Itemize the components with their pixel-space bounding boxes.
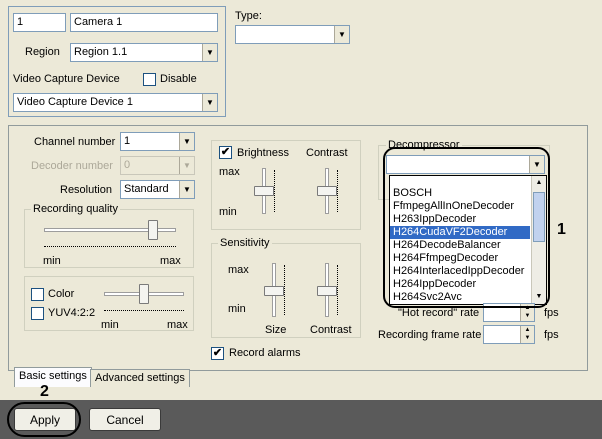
- brightness-checkbox[interactable]: ✔: [219, 146, 232, 159]
- brightness-ticks: [274, 170, 277, 212]
- decoder-number-label: Decoder number: [31, 160, 113, 172]
- recording-quality-max: max: [160, 255, 181, 267]
- chevron-down-icon[interactable]: ▼: [179, 157, 194, 174]
- chevron-down-icon[interactable]: ▼: [334, 26, 349, 43]
- video-capture-label: Video Capture Device: [13, 73, 120, 85]
- record-alarms-label: Record alarms: [229, 347, 301, 359]
- channel-number-value: 1: [124, 135, 131, 147]
- spin-down-icon[interactable]: ▼: [521, 334, 534, 342]
- chevron-down-icon[interactable]: ▼: [179, 133, 194, 150]
- contrast-slider-thumb[interactable]: [317, 186, 337, 196]
- recording-frame-rate-label: Recording frame rate: [378, 329, 482, 341]
- yuv-label: YUV4:2:2: [48, 307, 96, 319]
- disable-checkbox[interactable]: [143, 73, 156, 86]
- spin-down-icon[interactable]: ▼: [521, 312, 534, 320]
- callout-number-2: 2: [40, 383, 49, 400]
- resolution-label: Resolution: [60, 184, 112, 196]
- channel-number-label: Channel number: [34, 136, 116, 148]
- sensitivity-title: Sensitivity: [218, 237, 272, 249]
- color-label: Color: [48, 288, 75, 300]
- region-select-value: Region 1.1: [74, 46, 128, 58]
- recording-quality-ticks: [44, 244, 176, 247]
- callout-apply-highlight: [7, 402, 81, 437]
- size-ticks: [284, 265, 287, 315]
- brightness-min: min: [219, 206, 237, 218]
- video-capture-select-value: Video Capture Device 1: [17, 96, 133, 108]
- sensitivity-max: max: [228, 264, 249, 276]
- callout-number-1: 1: [557, 221, 566, 238]
- recording-quality-title: Recording quality: [31, 203, 120, 215]
- chevron-down-icon[interactable]: ▼: [179, 181, 194, 198]
- cancel-button[interactable]: Cancel: [89, 408, 161, 431]
- color-max: max: [167, 319, 188, 331]
- recording-quality-min: min: [43, 255, 61, 267]
- yuv-checkbox[interactable]: [31, 307, 44, 320]
- sensitivity-contrast-ticks: [337, 265, 340, 315]
- contrast-label: Contrast: [306, 147, 348, 159]
- channel-number-select[interactable]: 1 ▼: [120, 132, 195, 151]
- callout-decompressor-highlight: [383, 147, 550, 308]
- spin-up-icon[interactable]: ▲: [521, 326, 534, 334]
- type-label: Type:: [235, 10, 262, 22]
- color-checkbox[interactable]: [31, 288, 44, 301]
- type-select[interactable]: ▼: [235, 25, 350, 44]
- tab-basic-settings[interactable]: Basic settings: [14, 367, 92, 387]
- hot-record-label: "Hot record" rate: [398, 307, 480, 319]
- sensitivity-contrast-slider-thumb[interactable]: [317, 286, 337, 296]
- camera-id-field[interactable]: 1: [13, 13, 66, 32]
- decoder-number-select[interactable]: 0 ▼: [120, 156, 195, 175]
- resolution-select[interactable]: Standard ▼: [120, 180, 195, 199]
- region-label: Region: [25, 46, 60, 58]
- color-min: min: [101, 319, 119, 331]
- disable-label: Disable: [160, 73, 197, 85]
- tab-advanced-settings[interactable]: Advanced settings: [90, 369, 190, 387]
- contrast-ticks: [337, 170, 340, 212]
- color-slider-thumb[interactable]: [139, 284, 149, 304]
- spinner-buttons[interactable]: ▲ ▼: [520, 326, 534, 343]
- decoder-number-value: 0: [124, 159, 131, 171]
- size-label: Size: [265, 324, 287, 336]
- video-capture-select[interactable]: Video Capture Device 1 ▼: [13, 93, 218, 112]
- brightness-slider-thumb[interactable]: [254, 186, 274, 196]
- brightness-max: max: [219, 166, 240, 178]
- chevron-down-icon[interactable]: ▼: [202, 94, 217, 111]
- color-ticks: [104, 308, 184, 311]
- sensitivity-min: min: [228, 303, 246, 315]
- brightness-label: Brightness: [237, 147, 289, 159]
- resolution-value: Standard: [124, 183, 169, 195]
- sensitivity-contrast-label: Contrast: [310, 324, 352, 336]
- region-select[interactable]: Region 1.1 ▼: [70, 43, 218, 62]
- recording-frame-rate-unit: fps: [544, 329, 559, 341]
- recording-frame-rate-spinner[interactable]: ▲ ▼: [483, 325, 535, 344]
- size-slider-thumb[interactable]: [264, 286, 284, 296]
- camera-name-field[interactable]: Camera 1: [70, 13, 218, 32]
- record-alarms-checkbox[interactable]: ✔: [211, 347, 224, 360]
- recording-quality-slider-thumb[interactable]: [147, 220, 158, 240]
- chevron-down-icon[interactable]: ▼: [202, 44, 217, 61]
- hot-record-unit: fps: [544, 307, 559, 319]
